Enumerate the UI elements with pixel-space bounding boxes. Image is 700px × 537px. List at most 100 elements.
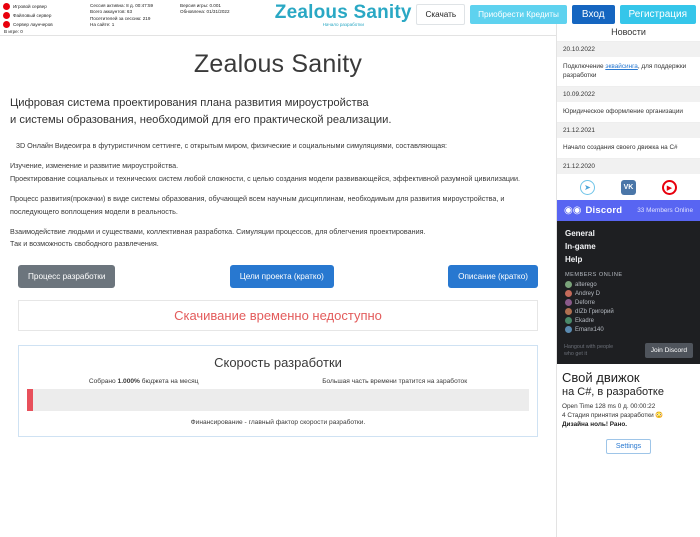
discord-tagline-line-2: who get it (564, 350, 588, 357)
social-links-row: ➤ VK ▶ (557, 174, 700, 200)
time-spent-label: Большая часть времени тратится на зарабо… (322, 377, 468, 385)
news-text-before: Подключение (563, 63, 606, 70)
goals-line-2: Проектирование социальных и технических … (10, 173, 521, 183)
news-item[interactable]: 21.12.2021 Начало создания своего движка… (557, 122, 700, 158)
lead-line-1: Цифровая система проектирования плана ра… (10, 97, 369, 109)
news-date: 10.09.2022 (557, 87, 700, 102)
discord-member-name: Emanx140 (575, 326, 604, 333)
youtube-icon[interactable]: ▶ (662, 180, 677, 195)
avatar (565, 281, 572, 288)
discord-member: alterego (565, 281, 692, 288)
discord-member: Deforre (565, 299, 692, 306)
discord-tagline-line-1: Hangout with people (564, 344, 614, 351)
main-content: Zealous Sanity Цифровая система проектир… (0, 36, 556, 537)
news-text: Начало создания своего движка на C# (563, 144, 678, 151)
discord-members-online-count: 33 Members Online (637, 207, 693, 214)
engine-open-time: Open Time 128 ms 0 д. 00:00:22 (562, 403, 656, 410)
discord-channel-help[interactable]: Help (565, 253, 692, 266)
speed-labels: Собрано 1.000% бюджета на месяц Большая … (27, 378, 529, 385)
avatar (565, 326, 572, 333)
discord-header: ◉◉ Discord 33 Members Online (557, 200, 700, 221)
discord-body: General In-game Help MEMBERS ONLINE alte… (557, 221, 700, 339)
news-text: Юридическое оформление организации (563, 108, 683, 115)
discord-member-name: dIZb Григорий (575, 308, 614, 315)
session-stats-block: Сессия активна: 8 д. 00:47:59 Всего акка… (88, 0, 178, 28)
status-dot-icon (3, 11, 10, 19)
budget-progress-fill (27, 388, 34, 411)
game-updated: Обновлена: 01/31/2022 (180, 9, 230, 15)
budget-progress-bar (27, 388, 529, 411)
discord-member: Emanx140 (565, 326, 692, 333)
engine-design-note: Дизайна ноль! Рано. (562, 421, 628, 428)
telegram-icon[interactable]: ➤ (580, 180, 595, 195)
server-status-row: Игровой сервер (3, 2, 88, 10)
right-sidebar: Новости 20.10.2022 Подключение эквайсинг… (556, 24, 700, 537)
vk-icon[interactable]: VK (621, 180, 636, 195)
discord-title: Discord (585, 205, 623, 216)
budget-collected-label: Собрано 1.000% бюджета на месяц (89, 378, 199, 385)
discord-channel-general[interactable]: General (565, 227, 692, 240)
interaction-line-1: Взаимодействие людьми и существами, колл… (10, 227, 426, 237)
discord-logo-icon: ◉◉ (564, 205, 582, 216)
discord-widget: ◉◉ Discord 33 Members Online General In-… (557, 200, 700, 364)
register-button[interactable]: Регистрация (619, 5, 696, 24)
description-button[interactable]: Описание (кратко) (448, 264, 538, 288)
news-item[interactable]: 10.09.2022 Юридическое оформление органи… (557, 86, 700, 122)
budget-suffix: бюджета на месяц (139, 377, 199, 385)
server-status-row: Файловый сервер (3, 11, 88, 19)
settings-wrap: Settings (562, 435, 695, 454)
lead-text: Цифровая система проектирования плана ра… (10, 95, 546, 129)
download-unavailable-notice: Скачивание временно недоступно (18, 299, 538, 331)
server-status-row: Сервер лаунчеров (3, 20, 88, 28)
avatar (565, 290, 572, 297)
server-label-launcher: Сервер лаунчеров (13, 21, 53, 27)
settings-button[interactable]: Settings (605, 439, 652, 454)
discord-member-name: Andrey D (575, 290, 601, 297)
budget-prefix: Собрано (88, 377, 118, 385)
engine-block: Свой движок на C#, в разработке Open Tim… (557, 364, 700, 454)
version-block: Версия игры: 0.001 Обновлена: 01/31/2022 (178, 0, 270, 16)
project-goals-button[interactable]: Цели проекта (кратко) (229, 264, 334, 288)
budget-value: 1.000% (117, 377, 140, 385)
paragraph-intro: 3D Онлайн Видеоигра в футуристичном сетт… (16, 141, 448, 150)
discord-tagline: Hangout with people who get it (564, 344, 613, 357)
download-button[interactable]: Скачать (416, 4, 466, 25)
server-label-game: Игровой сервер (13, 3, 47, 9)
avatar (565, 299, 572, 306)
funding-note: Финансирование - главный фактор скорости… (190, 418, 366, 426)
discord-member-name: Deforre (575, 299, 596, 306)
top-nav: Скачать Приобрести Кредиты Вход Регистра… (416, 0, 700, 25)
development-speed-panel: Скорость разработки Собрано 1.000% бюдже… (18, 344, 538, 437)
stat-on-site: На сайте: 1 (90, 21, 115, 27)
discord-member-name: Ekadre (575, 317, 595, 324)
engine-title-line-1: Свой движок (562, 370, 640, 385)
paragraph-interaction: Взаимодействие людьми и существами, колл… (10, 226, 546, 251)
avatar (565, 317, 572, 324)
news-text: Подключение эквайсинга, для поддержки ра… (557, 57, 700, 86)
status-dot-icon (3, 20, 10, 28)
login-button[interactable]: Вход (571, 5, 615, 24)
discord-member: dIZb Григорий (565, 308, 692, 315)
news-item[interactable]: 21.12.2020 (557, 158, 700, 174)
news-date: 21.12.2021 (557, 123, 700, 138)
engine-stage: 4 Стадия принятия разработки 😳 (562, 412, 664, 419)
speed-panel-title: Скорость разработки (214, 354, 342, 370)
acquiring-link[interactable]: эквайсинга (605, 63, 638, 70)
brand-title: Zealous Sanity (274, 2, 412, 23)
interaction-line-2: Так и возможность свободного развлечения… (10, 239, 159, 249)
discord-members-title: MEMBERS ONLINE (565, 272, 623, 278)
engine-title-line-2: на C#, в разработке (562, 386, 664, 398)
news-date: 21.12.2020 (557, 159, 700, 174)
discord-channel-ingame[interactable]: In-game (565, 240, 692, 253)
news-date: 20.10.2022 (557, 42, 700, 57)
goals-line-1: Изучение, изменение и развитие мироустро… (10, 161, 179, 171)
in-game-counter: В игре: 0 (4, 29, 23, 34)
buy-credits-button[interactable]: Приобрести Кредиты (470, 5, 567, 24)
paragraph-progression: Процесс развития(прокачки) в виде систем… (10, 194, 505, 216)
status-dot-icon (3, 2, 10, 10)
join-discord-button[interactable]: Join Discord (644, 343, 693, 358)
lead-line-2: и системы образования, необходимой для е… (10, 114, 392, 126)
news-item[interactable]: 20.10.2022 Подключение эквайсинга, для п… (557, 41, 700, 86)
discord-member-name: alterego (575, 281, 597, 288)
development-process-button[interactable]: Процесс разработки (18, 264, 116, 288)
